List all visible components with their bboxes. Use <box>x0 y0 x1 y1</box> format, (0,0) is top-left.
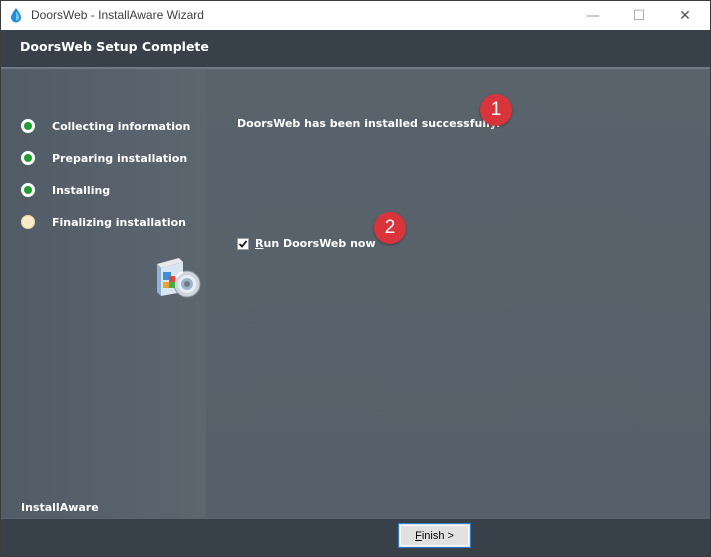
title-bar: DoorsWeb - InstallAware Wizard — ☐ ✕ <box>1 1 710 30</box>
step-label: Preparing installation <box>52 151 188 165</box>
footer-divider <box>1 518 710 519</box>
minimize-icon: — <box>586 7 600 24</box>
step-done-icon <box>21 151 35 165</box>
success-message: DoorsWeb has been installed successfully… <box>237 117 501 130</box>
step-done-icon <box>21 119 35 133</box>
step-label: Finalizing installation <box>52 215 186 229</box>
wizard-body: Collecting information Preparing install… <box>1 69 710 518</box>
minimize-button[interactable]: — <box>570 1 616 30</box>
run-now-checkbox[interactable] <box>237 237 249 250</box>
step-done-icon <box>21 183 35 197</box>
wizard-header: DoorsWeb Setup Complete <box>1 30 710 68</box>
maximize-button[interactable]: ☐ <box>616 1 662 30</box>
annotation-badge-1: 1 <box>480 94 512 126</box>
finish-mnemonic: F <box>415 529 422 542</box>
finish-label: inish > <box>421 529 454 542</box>
close-button[interactable]: ✕ <box>662 1 708 30</box>
step-preparing-installation: Preparing installation <box>21 148 187 168</box>
step-current-icon <box>21 215 35 229</box>
step-installing: Installing <box>21 180 110 200</box>
installer-window: DoorsWeb - InstallAware Wizard — ☐ ✕ Doo… <box>0 0 711 557</box>
software-box-icon <box>157 258 201 298</box>
page-title: DoorsWeb Setup Complete <box>20 39 209 54</box>
maximize-icon: ☐ <box>632 7 646 24</box>
annotation-badge-2: 2 <box>374 212 406 244</box>
run-now-option[interactable]: Run DoorsWeb now <box>237 237 376 250</box>
run-now-label-text: un DoorsWeb now <box>263 237 376 250</box>
step-label: Installing <box>52 183 111 197</box>
doorsweb-app-icon <box>11 8 21 23</box>
wizard-footer: Finish > <box>1 518 710 556</box>
steps-sidebar: Collecting information Preparing install… <box>1 69 206 518</box>
brand-label: InstallAware <box>21 501 99 514</box>
step-label: Collecting information <box>52 119 191 133</box>
step-finalizing-installation: Finalizing installation <box>21 212 186 232</box>
run-now-label[interactable]: Run DoorsWeb now <box>255 237 376 250</box>
close-icon: ✕ <box>679 7 691 24</box>
step-collecting-information: Collecting information <box>21 116 190 136</box>
finish-button[interactable]: Finish > <box>398 523 471 548</box>
check-mark-icon <box>238 239 248 248</box>
window-title: DoorsWeb - InstallAware Wizard <box>31 8 204 22</box>
